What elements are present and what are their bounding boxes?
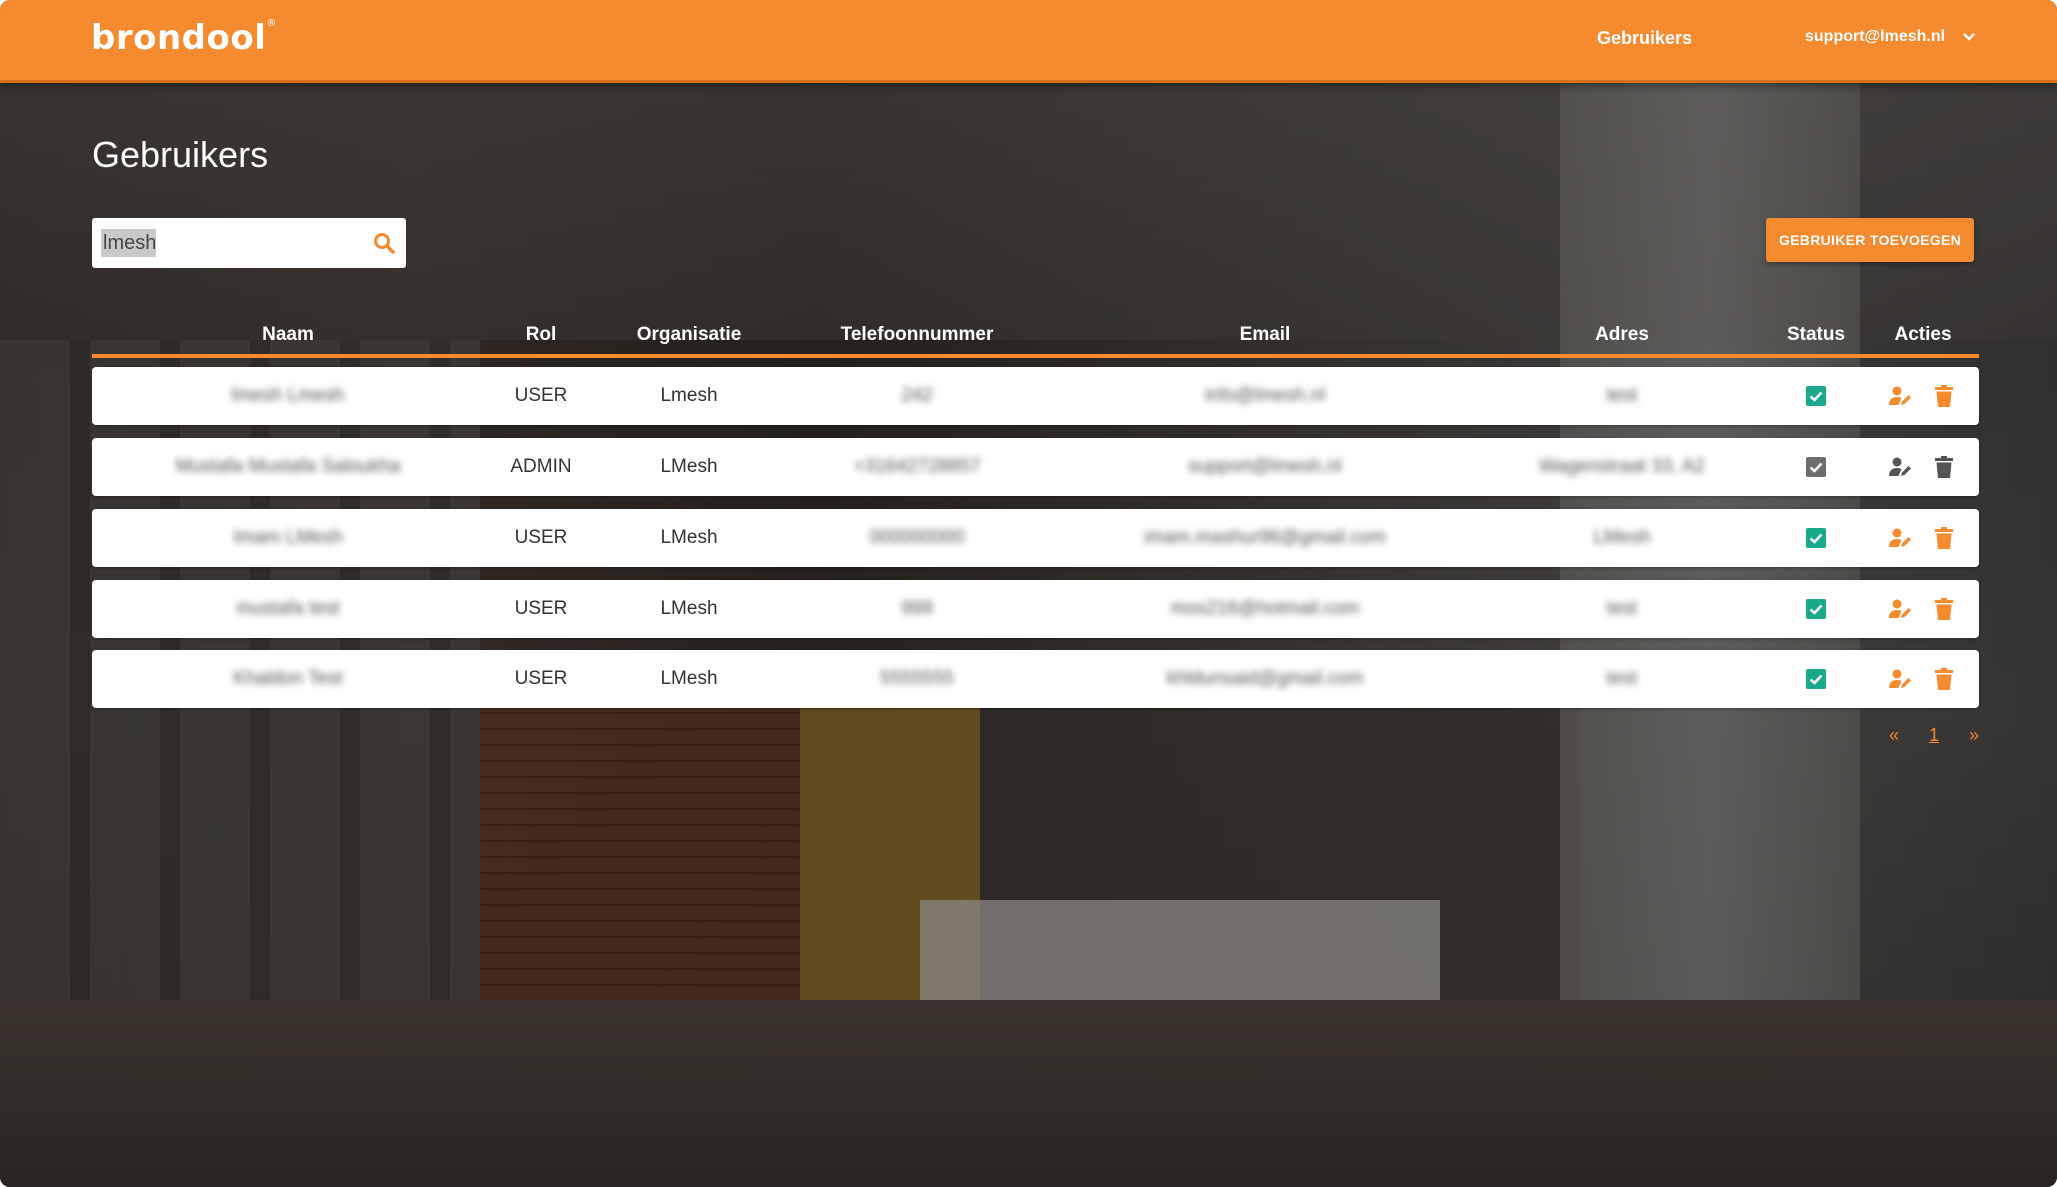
nav-link-users[interactable]: Gebruikers: [1597, 28, 1692, 49]
status-checkbox[interactable]: [1806, 528, 1826, 548]
cell-telefoon: +31642728857: [853, 456, 981, 477]
column-header-organisatie[interactable]: Organisatie: [637, 324, 742, 346]
checkbox-checked-icon: [1806, 528, 1826, 548]
column-header-rol[interactable]: Rol: [526, 324, 557, 346]
status-checkbox[interactable]: [1806, 669, 1826, 689]
edit-user-button[interactable]: [1888, 384, 1912, 408]
cell-rol: USER: [514, 385, 568, 406]
status-checkbox[interactable]: [1806, 386, 1826, 406]
checkbox-checked-icon: [1806, 386, 1826, 406]
top-bar: brondool® Gebruikers support@lmesh.nl: [0, 0, 2057, 83]
cell-rol: USER: [514, 668, 568, 689]
table-row[interactable]: mustafa test USER LMesh 999 mos216@hotma…: [92, 580, 1979, 638]
delete-user-button[interactable]: [1932, 667, 1956, 691]
cell-telefoon: 242: [901, 385, 933, 406]
user-edit-icon: [1889, 669, 1911, 688]
cell-organisatie: Lmesh: [660, 385, 718, 406]
trash-icon: [1935, 385, 1953, 407]
add-user-button[interactable]: GEBRUIKER TOEVOEGEN: [1766, 218, 1974, 262]
delete-user-button[interactable]: [1932, 597, 1956, 621]
cell-organisatie: LMesh: [660, 456, 718, 477]
brand-mark: ®: [266, 18, 277, 29]
checkbox-checked-icon: [1806, 669, 1826, 689]
checkbox-checked-icon: [1806, 599, 1826, 619]
cell-naam: Mustafa Mustafa Saloukha: [175, 456, 401, 477]
cell-email: support@lmesh.nl: [1188, 456, 1342, 477]
cell-adres: LMesh: [1593, 527, 1651, 548]
table-row[interactable]: Mustafa Mustafa Saloukha ADMIN LMesh +31…: [92, 438, 1979, 496]
user-edit-icon: [1889, 386, 1911, 405]
brand-name: brondool: [91, 18, 267, 58]
cell-email: info@lmesh.nl: [1204, 385, 1326, 406]
table-header: Naam Rol Organisatie Telefoonnummer Emai…: [92, 320, 1979, 358]
cell-adres: test: [1606, 385, 1638, 406]
cell-adres: test: [1606, 668, 1638, 689]
column-header-naam[interactable]: Naam: [262, 324, 314, 346]
cell-email: khldunsaid@gmail.com: [1166, 668, 1364, 689]
cell-naam: lmesh Lmesh: [231, 385, 345, 406]
cell-email: imam.mashur96@gmail.com: [1143, 527, 1387, 548]
edit-user-button[interactable]: [1888, 597, 1912, 621]
brand-logo[interactable]: brondool®: [91, 18, 277, 58]
cell-adres: test: [1606, 598, 1638, 619]
search-input[interactable]: [101, 228, 365, 258]
column-header-email[interactable]: Email: [1240, 324, 1291, 346]
column-header-status[interactable]: Status: [1787, 324, 1845, 346]
column-header-acties: Acties: [1894, 324, 1952, 345]
account-email: support@lmesh.nl: [1805, 28, 1946, 45]
table-row[interactable]: lmesh Lmesh USER Lmesh 242 info@lmesh.nl…: [92, 367, 1979, 425]
cell-naam: Imam LMesh: [233, 527, 343, 548]
status-checkbox[interactable]: [1806, 599, 1826, 619]
cell-naam: mustafa test: [236, 598, 340, 619]
pagination-prev[interactable]: «: [1889, 725, 1899, 746]
checkbox-checked-icon: [1806, 457, 1826, 477]
cell-telefoon: 999: [901, 598, 933, 619]
cell-rol: USER: [514, 527, 568, 548]
delete-user-button[interactable]: [1932, 384, 1956, 408]
cell-telefoon: 5555555: [880, 668, 954, 689]
delete-user-button: [1932, 455, 1956, 479]
user-edit-icon: [1889, 528, 1911, 547]
user-edit-icon: [1889, 599, 1911, 618]
cell-organisatie: LMesh: [660, 668, 718, 689]
edit-user-button[interactable]: [1888, 526, 1912, 550]
delete-user-button[interactable]: [1932, 526, 1956, 550]
edit-user-button: [1888, 455, 1912, 479]
trash-icon: [1935, 456, 1953, 478]
background-floor: [0, 1000, 2057, 1187]
cell-rol: ADMIN: [510, 456, 572, 477]
table-row[interactable]: Imam LMesh USER LMesh 000000000 imam.mas…: [92, 509, 1979, 567]
cell-organisatie: LMesh: [660, 527, 718, 548]
trash-icon: [1935, 527, 1953, 549]
cell-telefoon: 000000000: [869, 527, 965, 548]
trash-icon: [1935, 598, 1953, 620]
account-menu[interactable]: support@lmesh.nl: [1805, 28, 1977, 46]
page-title: Gebruikers: [92, 134, 269, 175]
cell-naam: Khaldon Test: [233, 668, 343, 689]
cell-email: mos216@hotmail.com: [1170, 598, 1360, 619]
cell-rol: USER: [514, 598, 568, 619]
background-brick: [480, 700, 800, 1000]
search-box: [92, 218, 406, 268]
status-checkbox: [1806, 457, 1826, 477]
chevron-down-icon: [1963, 33, 1975, 41]
cell-adres: Wagenstraat 33, A2: [1538, 456, 1706, 477]
column-header-telefoonnummer[interactable]: Telefoonnummer: [841, 324, 994, 346]
pagination-page[interactable]: 1: [1929, 725, 1939, 746]
trash-icon: [1935, 668, 1953, 690]
cell-organisatie: LMesh: [660, 598, 718, 619]
user-edit-icon: [1889, 457, 1911, 476]
app-window: brondool® Gebruikers support@lmesh.nl Ge…: [0, 0, 2057, 1187]
pagination-next[interactable]: »: [1969, 725, 1979, 746]
edit-user-button[interactable]: [1888, 667, 1912, 691]
table-row[interactable]: Khaldon Test USER LMesh 5555555 khldunsa…: [92, 650, 1979, 708]
search-icon[interactable]: [372, 231, 396, 255]
column-header-adres[interactable]: Adres: [1595, 324, 1649, 346]
